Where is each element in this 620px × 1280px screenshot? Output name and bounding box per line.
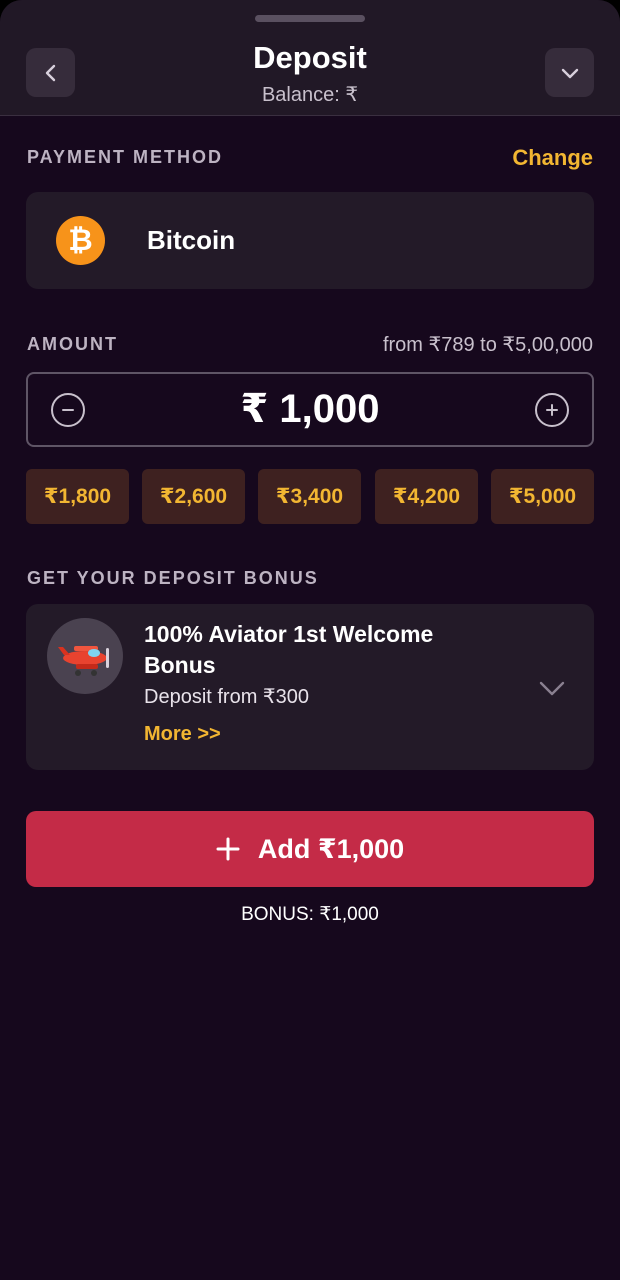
collapse-button[interactable]: [545, 48, 594, 97]
page-title: Deposit: [253, 40, 367, 75]
deposit-sheet: Deposit Balance: ₹ PAYMENT METHOD Change…: [0, 0, 620, 1280]
drag-handle[interactable]: [255, 15, 365, 22]
change-method-link[interactable]: Change: [512, 145, 593, 171]
airplane-icon: [47, 618, 123, 694]
header: Deposit Balance: ₹: [0, 0, 620, 116]
quick-amount-chip[interactable]: ₹4,200: [375, 469, 478, 524]
add-button-label: Add ₹1,000: [257, 833, 405, 864]
increase-amount-button[interactable]: [535, 393, 569, 427]
quick-amount-chip[interactable]: ₹1,800: [26, 469, 129, 524]
balance-text: Balance: ₹: [261, 84, 359, 106]
amount-range: from ₹789 to ₹5,00,000: [382, 334, 593, 356]
bonus-subtitle: Deposit from ₹300: [144, 686, 310, 708]
quick-amount-chip[interactable]: ₹5,000: [491, 469, 594, 524]
payment-method-card[interactable]: ₿ Bitcoin: [26, 192, 594, 289]
bonus-title: 100% Aviator 1st Welcome Bonus: [144, 621, 434, 678]
quick-amount-chip[interactable]: ₹2,600: [142, 469, 245, 524]
chevron-down-icon: [561, 68, 578, 78]
bonus-card[interactable]: 100% Aviator 1st Welcome Bonus Deposit f…: [26, 604, 594, 770]
payment-method-name: Bitcoin: [147, 225, 236, 255]
plus-icon: [216, 837, 240, 861]
payment-method-label: PAYMENT METHOD: [27, 147, 224, 167]
add-deposit-button[interactable]: Add ₹1,000: [26, 811, 594, 887]
plus-icon: [546, 404, 558, 416]
amount-input[interactable]: ₹ 1,000: [26, 372, 594, 447]
amount-value: ₹ 1,000: [240, 387, 380, 431]
quick-amount-chip[interactable]: ₹3,400: [258, 469, 361, 524]
chevron-down-icon[interactable]: [538, 674, 566, 702]
bitcoin-icon: ₿: [56, 216, 105, 265]
deposit-bonus-label: GET YOUR DEPOSIT BONUS: [27, 568, 319, 588]
bonus-more-link[interactable]: More >>: [144, 723, 221, 746]
bonus-total: BONUS: ₹1,000: [241, 904, 379, 925]
amount-label: AMOUNT: [27, 334, 118, 354]
quick-amounts: ₹1,800 ₹2,600 ₹3,400 ₹4,200 ₹5,000: [26, 469, 594, 524]
